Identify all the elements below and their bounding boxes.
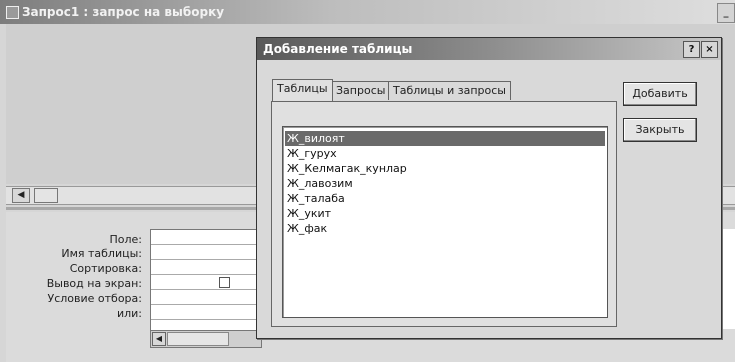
scroll-left-icon[interactable]: ◀ — [152, 332, 166, 346]
list-item[interactable]: Ж_Келмагак_кунлар — [285, 161, 605, 176]
list-item[interactable]: Ж_талаба — [285, 191, 605, 206]
list-item[interactable]: Ж_лавозим — [285, 176, 605, 191]
grid-cell-field[interactable] — [151, 230, 259, 245]
row-label-or: или: — [116, 307, 142, 320]
grid-cell-or[interactable] — [151, 305, 259, 320]
grid-scrollbar[interactable]: ◀ — [150, 330, 262, 348]
close-button[interactable]: Закрыть — [623, 118, 697, 142]
tab-tables-and-queries[interactable]: Таблицы и запросы — [388, 81, 511, 100]
grid-cell-criteria[interactable] — [151, 290, 259, 305]
grid-cell-show[interactable] — [151, 275, 259, 290]
row-label-criteria: Условие отбора: — [47, 292, 143, 305]
list-item[interactable]: Ж_фак — [285, 221, 605, 236]
show-checkbox[interactable] — [219, 277, 230, 288]
row-label-table: Имя таблицы: — [61, 247, 142, 260]
list-item[interactable]: Ж_гурух — [285, 146, 605, 161]
add-button[interactable]: Добавить — [623, 82, 697, 106]
window-icon[interactable] — [6, 6, 19, 19]
row-label-show: Вывод на экран: — [46, 277, 142, 290]
grid-cell-sort[interactable] — [151, 260, 259, 275]
add-table-dialog: Добавление таблицы ? × Таблицы Запросы Т… — [256, 37, 722, 339]
minimize-button[interactable]: _ — [717, 3, 735, 23]
list-item[interactable]: Ж_вилоят — [285, 131, 605, 146]
tab-tables[interactable]: Таблицы — [272, 79, 333, 101]
query-window-titlebar[interactable]: Запрос1 : запрос на выборку _ — [0, 0, 735, 24]
scrollbar-thumb[interactable] — [34, 188, 58, 203]
dialog-titlebar[interactable]: Добавление таблицы ? × — [257, 38, 721, 60]
list-item[interactable]: Ж_укит — [285, 206, 605, 221]
grid-cell-table[interactable] — [151, 245, 259, 260]
scroll-left-icon[interactable]: ◀ — [12, 188, 30, 203]
grid-column[interactable] — [150, 229, 260, 331]
table-list[interactable]: Ж_вилоят Ж_гурух Ж_Келмагак_кунлар Ж_лав… — [282, 126, 608, 318]
help-button[interactable]: ? — [683, 41, 700, 58]
row-label-field: Поле: — [109, 233, 142, 246]
tab-panel: Ж_вилоят Ж_гурух Ж_Келмагак_кунлар Ж_лав… — [271, 101, 617, 327]
grid-column-right[interactable] — [720, 229, 735, 329]
row-label-sort: Сортировка: — [69, 262, 142, 275]
query-window-title: Запрос1 : запрос на выборку — [22, 5, 225, 19]
tab-queries[interactable]: Запросы — [331, 81, 391, 100]
dialog-title: Добавление таблицы — [263, 42, 413, 56]
close-icon[interactable]: × — [701, 41, 718, 58]
scrollbar-thumb[interactable] — [167, 332, 229, 346]
